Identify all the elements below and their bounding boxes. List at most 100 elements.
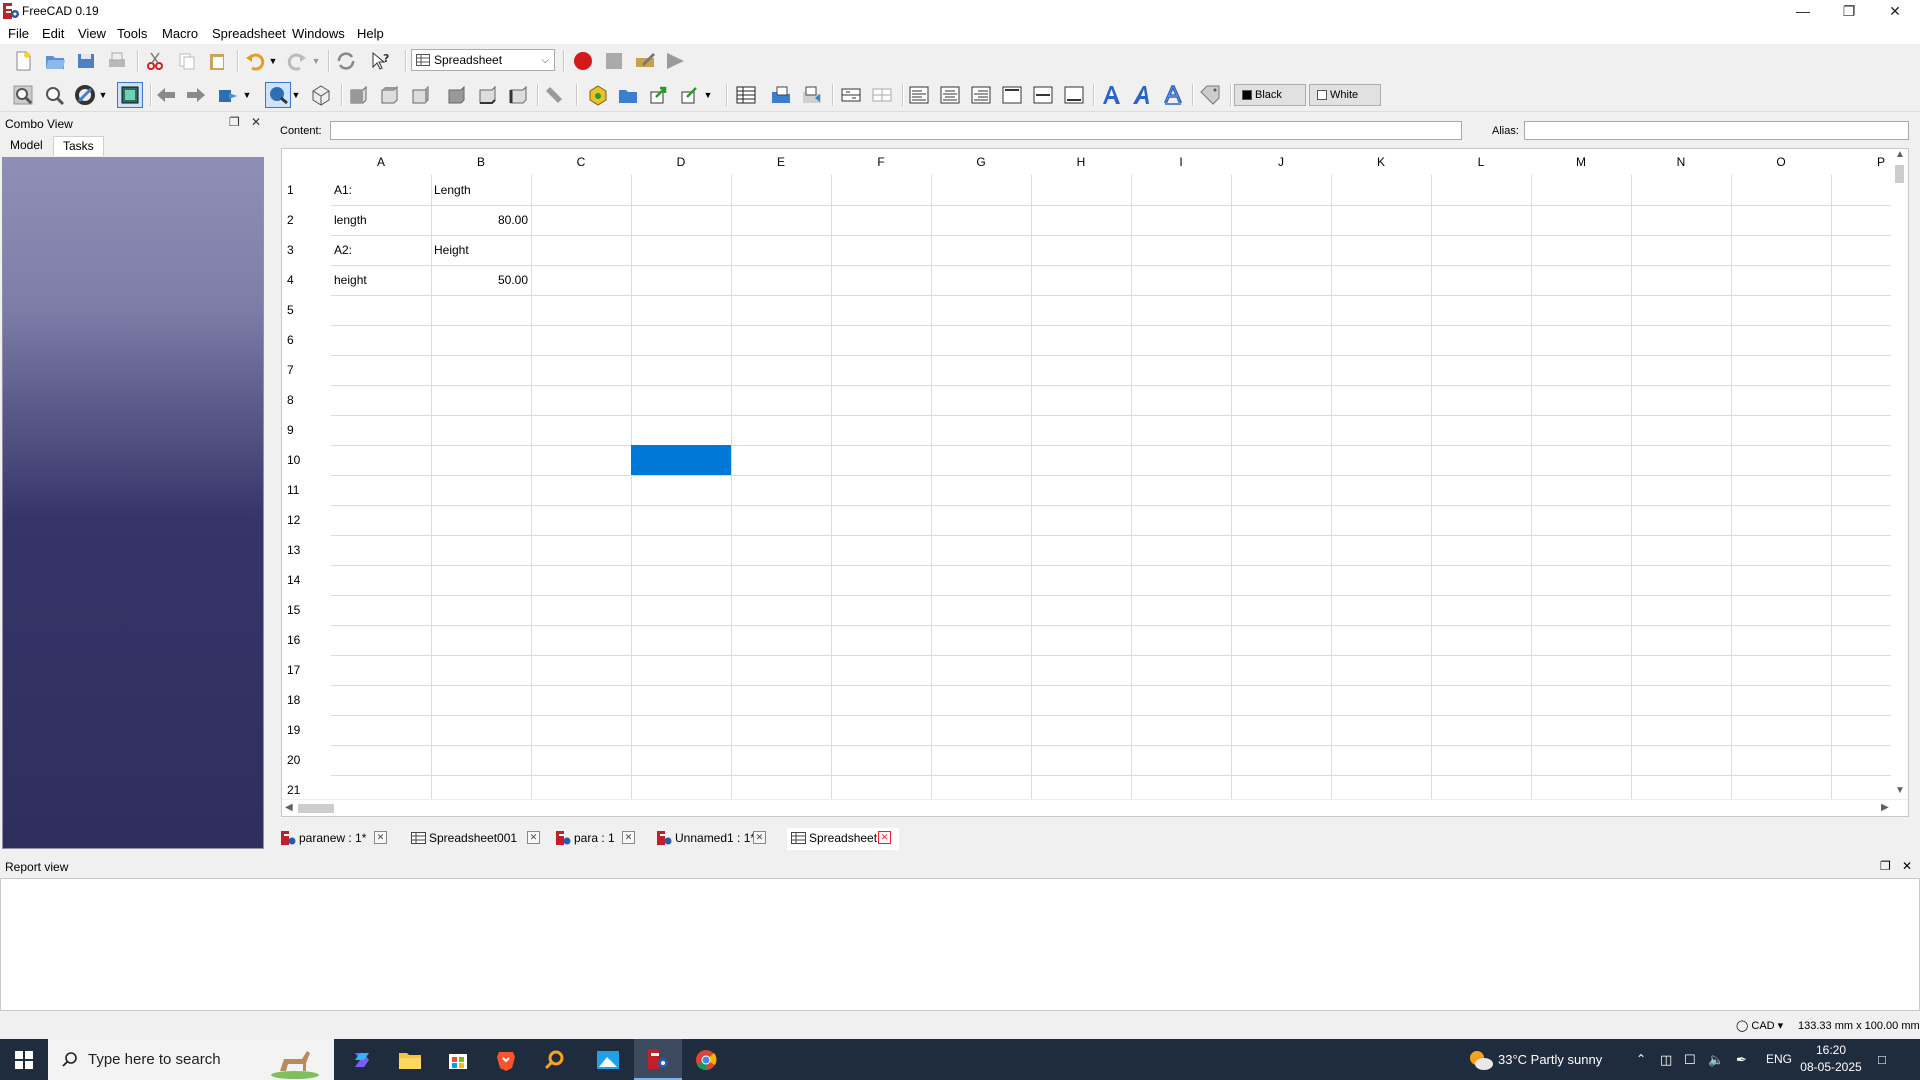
back-button[interactable] (153, 82, 179, 108)
notifications-icon[interactable]: □ (1878, 1039, 1886, 1080)
align-top-button[interactable] (999, 82, 1025, 108)
taskbar-store[interactable] (434, 1039, 482, 1080)
cell-a2[interactable]: length (331, 205, 431, 235)
bounding-box-button[interactable] (117, 82, 143, 108)
macro-run-button[interactable] (662, 48, 688, 74)
new-file-button[interactable] (10, 48, 36, 74)
restore-button[interactable]: ❐ (1826, 0, 1872, 22)
close-window-button[interactable]: ✕ (1872, 0, 1918, 22)
cell-b1[interactable]: Length (431, 175, 531, 205)
horizontal-scroll-thumb[interactable] (298, 804, 334, 813)
workbench-selector[interactable]: Spreadsheet ⌵ (411, 49, 555, 71)
navigation-style-selector[interactable]: ◯ CAD ▾ (1736, 1019, 1783, 1032)
language-indicator[interactable]: ENG (1766, 1039, 1792, 1080)
report-output[interactable] (0, 878, 1920, 1011)
close-tab-icon[interactable]: ✕ (374, 831, 387, 844)
save-button[interactable] (73, 48, 99, 74)
float-panel-icon[interactable]: ❐ (229, 115, 240, 129)
tab-model[interactable]: Model (1, 136, 52, 156)
bold-text-button[interactable] (1098, 82, 1124, 108)
row-header[interactable]: 6 (282, 325, 330, 355)
scroll-up-icon[interactable]: ▲ (1895, 149, 1905, 160)
scroll-right-icon[interactable]: ▶ (1881, 802, 1889, 813)
set-alias-button[interactable] (1197, 82, 1223, 108)
taskbar-search-box[interactable]: Type here to search (48, 1039, 334, 1080)
sync-view-button[interactable] (215, 82, 241, 108)
macro-record-button[interactable] (570, 48, 596, 74)
whats-this-button[interactable]: ? (368, 48, 394, 74)
row-header[interactable]: 1 (282, 175, 330, 205)
create-spreadsheet-button[interactable] (733, 82, 759, 108)
row-header[interactable]: 9 (282, 415, 330, 445)
taskbar-freecad[interactable] (634, 1039, 682, 1080)
doc-tab-spreadsheet[interactable]: Spreadsheet ✕ (787, 828, 899, 850)
row-header[interactable]: 16 (282, 625, 330, 655)
cell-a3[interactable]: A2: (331, 235, 431, 265)
column-header[interactable]: F (831, 149, 931, 175)
create-group-button[interactable] (615, 82, 641, 108)
fit-selection-button[interactable] (41, 82, 67, 108)
sync-dropdown-icon[interactable]: ▼ (240, 82, 254, 108)
fit-all-button[interactable] (10, 82, 36, 108)
vertical-scrollbar[interactable]: ▲ ▼ (1891, 149, 1908, 816)
column-header[interactable]: G (931, 149, 1031, 175)
close-panel-icon[interactable]: ✕ (251, 115, 261, 129)
draw-style-button[interactable] (72, 82, 98, 108)
taskbar-chrome[interactable] (682, 1039, 730, 1080)
column-header[interactable]: J (1231, 149, 1331, 175)
row-header[interactable]: 12 (282, 505, 330, 535)
row-header[interactable]: 18 (282, 685, 330, 715)
export-spreadsheet-button[interactable] (799, 82, 825, 108)
scroll-down-icon[interactable]: ▼ (1895, 785, 1905, 796)
view-top-button[interactable] (376, 82, 402, 108)
volume-icon[interactable]: 🔈 (1708, 1039, 1724, 1080)
refresh-button[interactable] (333, 48, 359, 74)
doc-tab-paranew[interactable]: paranew : 1* ✕ (277, 828, 397, 850)
undo-button[interactable] (242, 48, 268, 74)
close-panel-icon[interactable]: ✕ (1902, 859, 1912, 873)
start-button[interactable] (0, 1039, 48, 1080)
row-header[interactable]: 8 (282, 385, 330, 415)
row-header[interactable]: 15 (282, 595, 330, 625)
std-views-dropdown-icon[interactable]: ▼ (289, 82, 303, 108)
column-header[interactable]: O (1731, 149, 1831, 175)
open-file-button[interactable] (42, 48, 68, 74)
show-hidden-icons-icon[interactable]: ⌃ (1636, 1039, 1646, 1080)
column-header[interactable]: D (631, 149, 731, 175)
macro-edit-button[interactable] (632, 48, 658, 74)
column-header[interactable]: B (431, 149, 531, 175)
scroll-left-icon[interactable]: ◀ (285, 802, 293, 813)
row-header[interactable]: 13 (282, 535, 330, 565)
view-left-button[interactable] (505, 82, 531, 108)
horizontal-scrollbar[interactable]: ◀ ▶ (282, 799, 1908, 816)
menu-windows[interactable]: Windows (292, 26, 345, 41)
row-header[interactable]: 4 (282, 265, 330, 295)
column-header[interactable]: C (531, 149, 631, 175)
view-rear-button[interactable] (443, 82, 469, 108)
menu-macro[interactable]: Macro (162, 26, 198, 41)
vertical-scroll-thumb[interactable] (1895, 165, 1904, 183)
measure-button[interactable] (541, 82, 567, 108)
menu-edit[interactable]: Edit (42, 26, 64, 41)
link-actions-dropdown-icon[interactable]: ▼ (701, 82, 715, 108)
float-panel-icon[interactable]: ❐ (1880, 859, 1891, 873)
row-header[interactable]: 14 (282, 565, 330, 595)
cut-button[interactable] (142, 48, 168, 74)
cell-b3[interactable]: Height (431, 235, 531, 265)
paste-button[interactable] (204, 48, 230, 74)
row-header[interactable]: 7 (282, 355, 330, 385)
camera-icon[interactable]: ◫ (1660, 1039, 1672, 1080)
background-color-button[interactable]: White (1309, 84, 1381, 106)
taskbar-copilot[interactable] (338, 1039, 386, 1080)
doc-tab-unnamed1[interactable]: Unnamed1 : 1* ✕ (653, 828, 775, 850)
close-tab-icon[interactable]: ✕ (753, 831, 766, 844)
create-part-button[interactable] (585, 82, 611, 108)
menu-tools[interactable]: Tools (117, 26, 147, 41)
redo-dropdown-icon[interactable]: ▼ (309, 48, 323, 74)
row-header[interactable]: 5 (282, 295, 330, 325)
minimize-button[interactable]: — (1780, 0, 1826, 22)
column-header[interactable]: H (1031, 149, 1131, 175)
cell-a4[interactable]: height (331, 265, 431, 295)
cell-b4[interactable]: 50.00 (431, 265, 531, 295)
row-header[interactable]: 3 (282, 235, 330, 265)
